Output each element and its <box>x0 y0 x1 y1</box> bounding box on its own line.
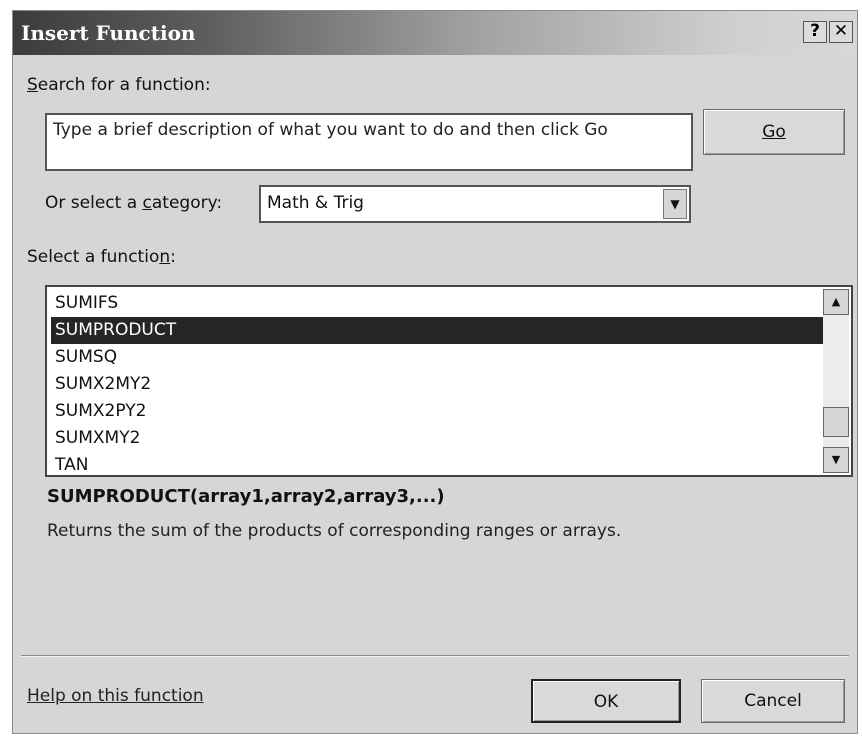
arrow-down-icon[interactable]: ▼ <box>823 447 849 473</box>
go-button-label: Go <box>762 122 786 142</box>
go-button[interactable]: Go <box>703 109 845 155</box>
chevron-down-icon[interactable]: ▼ <box>663 189 687 219</box>
function-listbox[interactable]: SUMIFS SUMPRODUCT SUMSQ SUMX2MY2 SUMX2PY… <box>45 285 853 477</box>
list-item[interactable]: SUMXMY2 <box>51 425 823 452</box>
category-value: Math & Trig <box>267 193 364 213</box>
list-item[interactable]: TAN <box>51 452 823 479</box>
window-title: Insert Function <box>21 21 196 45</box>
insert-function-dialog: Insert Function ? ✕ Search for a functio… <box>12 10 858 734</box>
function-description: Returns the sum of the products of corre… <box>47 521 622 541</box>
help-link[interactable]: Help on this function <box>27 686 204 706</box>
list-item[interactable]: SUMIFS <box>51 290 823 317</box>
list-item[interactable]: SUMX2PY2 <box>51 398 823 425</box>
close-icon[interactable]: ✕ <box>829 21 853 43</box>
ok-button[interactable]: OK <box>531 679 681 723</box>
arrow-up-icon[interactable]: ▲ <box>823 289 849 315</box>
function-list-label: Select a function: <box>27 247 176 267</box>
function-list: SUMIFS SUMPRODUCT SUMSQ SUMX2MY2 SUMX2PY… <box>51 290 823 479</box>
scrollbar-thumb[interactable] <box>823 407 849 437</box>
cancel-button[interactable]: Cancel <box>701 679 845 723</box>
help-icon[interactable]: ? <box>803 21 827 43</box>
title-bar: Insert Function ? ✕ <box>13 11 857 55</box>
vertical-scrollbar[interactable]: ▲ ▼ <box>823 289 849 473</box>
list-item[interactable]: SUMX2MY2 <box>51 371 823 398</box>
category-select[interactable]: Math & Trig ▼ <box>259 185 691 223</box>
search-input[interactable]: Type a brief description of what you wan… <box>45 113 693 171</box>
function-signature: SUMPRODUCT(array1,array2,array3,...) <box>47 486 445 507</box>
list-item[interactable]: SUMSQ <box>51 344 823 371</box>
search-label: Search for a function: <box>27 75 211 95</box>
divider <box>21 655 849 657</box>
list-item-selected[interactable]: SUMPRODUCT <box>51 317 823 344</box>
category-label: Or select a category: <box>45 193 223 213</box>
